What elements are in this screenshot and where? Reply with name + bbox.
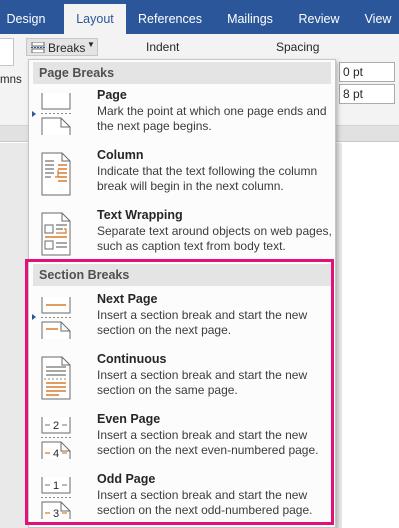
breaks-label: Breaks — [48, 41, 86, 55]
breaks-icon — [31, 42, 45, 53]
indent-label: Indent — [146, 40, 180, 54]
page-breaks-header: Page Breaks — [33, 62, 331, 84]
menu-item-even-page[interactable]: 2 4 Even Page Insert a section break and… — [29, 412, 335, 470]
menu-item-text-wrapping-break[interactable]: Text Wrapping Separate text around objec… — [29, 208, 335, 266]
even-page-desc: Insert a section break and start the new… — [97, 428, 319, 457]
page-break-title: Page — [97, 88, 127, 102]
even-page-title: Even Page — [97, 412, 161, 426]
menu-item-next-page[interactable]: Next Page Insert a section break and sta… — [29, 292, 335, 350]
document-page[interactable] — [342, 143, 399, 528]
spacing-after-input[interactable]: 8 pt — [339, 84, 395, 104]
even-page-top-number: 2 — [53, 420, 59, 432]
spacing-before-input[interactable]: 0 pt — [339, 62, 395, 82]
next-page-icon — [41, 297, 71, 339]
tab-review[interactable]: Review — [291, 0, 347, 34]
text-wrapping-title: Text Wrapping — [97, 208, 183, 222]
pointer-arrow-icon — [32, 111, 36, 117]
menu-item-column-break[interactable]: Column Indicate that the text following … — [29, 148, 335, 206]
odd-page-title: Odd Page — [97, 472, 156, 486]
menu-item-continuous[interactable]: Continuous Insert a section break and st… — [29, 352, 335, 410]
odd-page-bottom-number: 3 — [53, 508, 59, 520]
odd-page-icon: 1 3 — [41, 477, 71, 520]
chevron-down-icon: ▼ — [87, 40, 95, 49]
continuous-icon — [41, 356, 71, 400]
next-page-title: Next Page — [97, 292, 158, 306]
even-page-icon: 2 4 — [41, 417, 71, 460]
text-wrapping-desc: Separate text around objects on web page… — [97, 224, 332, 253]
tab-view[interactable]: View — [358, 0, 398, 34]
odd-page-top-number: 1 — [53, 480, 59, 492]
breaks-button[interactable]: Breaks ▼ — [26, 38, 98, 56]
tab-design[interactable]: Design — [0, 0, 52, 34]
breaks-dropdown-menu: Page Breaks Page Mark the point at which… — [28, 59, 336, 528]
columns-label[interactable]: mns — [0, 74, 22, 86]
tab-layout[interactable]: Layout — [64, 4, 126, 34]
continuous-title: Continuous — [97, 352, 167, 366]
menu-item-odd-page[interactable]: 1 3 Odd Page Insert a section break and … — [29, 472, 335, 528]
column-break-desc: Indicate that the text following the col… — [97, 164, 318, 193]
page-break-icon — [41, 93, 71, 135]
odd-page-desc: Insert a section break and start the new… — [97, 488, 313, 517]
section-breaks-header: Section Breaks — [33, 264, 331, 286]
menu-item-page-break[interactable]: Page Mark the point at which one page en… — [29, 88, 335, 146]
column-break-icon — [41, 152, 71, 196]
column-break-title: Column — [97, 148, 144, 162]
ribbon-tab-bar: Design Layout References Mailings Review… — [0, 0, 399, 34]
continuous-desc: Insert a section break and start the new… — [97, 368, 308, 397]
orientation-button-stub[interactable] — [0, 38, 14, 66]
tab-mailings[interactable]: Mailings — [218, 0, 282, 34]
pointer-arrow-icon — [32, 314, 36, 320]
even-page-bottom-number: 4 — [53, 448, 59, 460]
page-break-desc: Mark the point at which one page ends an… — [97, 104, 327, 133]
spacing-label: Spacing — [276, 40, 320, 54]
text-wrapping-icon — [41, 212, 71, 256]
tab-references[interactable]: References — [131, 0, 209, 34]
next-page-desc: Insert a section break and start the new… — [97, 308, 308, 337]
